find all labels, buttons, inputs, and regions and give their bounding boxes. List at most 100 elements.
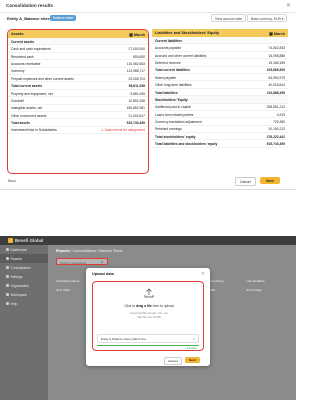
back-button[interactable]: Back [8,179,16,183]
nav-dot-icon [6,293,9,296]
nav-dot-icon [6,248,9,251]
row-label: Loans from related parties [155,112,194,117]
row-label: Stockholders' Equity [155,97,188,102]
table-row: Cash and cash equivalents 27,000,000 [8,45,148,53]
table-row: Accrued and other current liabilities 16,… [152,52,288,60]
row-value: 113,988,717 [126,69,145,74]
dialog-cancel-button[interactable]: Cancel [164,357,182,365]
row-label: Other noncurrent assets [11,113,47,118]
assets-header: Assets ▦ March [8,30,148,38]
row-value: 110,888,459 [266,90,285,95]
table-row: Accounts receivable 110,082,663 [8,60,148,68]
row-label: Goodwill [11,98,24,103]
row-value: 276,222,441 [266,134,285,139]
sidebar-item-label: Help [10,301,18,306]
save-button[interactable]: Save [260,177,280,184]
logo: Benefi Global [8,238,43,243]
close-icon[interactable]: ✕ [201,271,205,277]
row-value: 15,165,189 [268,60,285,65]
sidebar-item-label: Dashboard [10,247,27,252]
table-row: Investment/Intcr in Subsidiaries ⚠ Data c… [8,127,148,135]
row-value: 258,551,212 [266,105,285,110]
upload-icon [144,288,154,298]
row-label: Intangible assets, net [11,106,43,111]
row-label: Cash and cash equivalents [11,47,51,52]
row-label: Total liabilities and stockholders' equi… [155,142,218,147]
logo-icon [8,238,13,243]
table-row: Inventory 113,988,717 [8,68,148,75]
table-row: Notes payable 64,994,979 [152,74,288,82]
breadcrumb: Reports / Consolidations / Balance Sheet [56,249,123,253]
nav-dot-icon [6,302,9,305]
liabilities-header: Liabilities and Stockholders' Equity ▦ M… [152,29,288,37]
upload-progress [97,344,199,347]
table-row: Loans from related parties 4,919 [152,111,288,119]
sidebar-item-reports[interactable]: Reports [0,254,48,263]
row-label: Restricted cash [11,54,34,59]
row-value: 64,994,979 [268,75,285,80]
sidebar-item-help[interactable]: Help [0,299,48,308]
sidebar-item-workspace[interactable]: Workspace [0,290,48,299]
row-value: 726,380 [273,120,285,125]
row-value: 23,008,704 [128,76,145,81]
liabilities-month: ▦ March [269,32,285,36]
sidebar-item-dashboard[interactable]: Dashboard [0,245,48,254]
consolidation-results-panel: Consolidation results ✕ Entity A_Balance… [0,0,296,190]
row-label: Total liabilities [155,90,178,95]
sidebar-item-label: Organization [10,283,30,288]
dropzone-instructions: Click or drag a file here to upload [124,304,174,308]
row-label: Accrued and other current liabilities [155,53,207,58]
row-value: 10,891,008 [128,98,145,103]
row-value: 21,002,617 [128,113,145,118]
dialog-title: Upload data [92,272,114,276]
upload-progress-fill [97,344,199,347]
row-label: Investment/Intcr in Subsidiaries [11,128,57,133]
row-label: Inventory [11,69,25,74]
row-label: Total current assets [11,84,43,89]
remove-file-icon[interactable]: ✕ [193,337,195,341]
row-value: 74,502,833 [268,46,285,51]
sidebar-item-settings[interactable]: Settings [0,272,48,281]
sidebar: Dashboard Reports Consolidation Settings Org… [0,245,48,400]
total-row: Total current liabilities 105,666,909 [152,67,288,74]
column-header[interactable]: Accounting [208,279,246,283]
file-dropzone[interactable]: Click or drag a file here to upload Supp… [92,281,204,351]
total-row: Total liabilities and stockholders' equi… [152,140,288,148]
search-icon[interactable]: Q [101,260,103,264]
assets-month: ▦ March [129,33,145,37]
upload-status: Uploaded [185,346,197,350]
table-row: Other noncurrent assets 21,002,617 [8,112,148,120]
sidebar-item-label: Reports [10,256,23,261]
cancel-button[interactable]: Cancel [235,177,256,186]
row-value: 110,082,663 [126,61,145,66]
sidebar-item-consolidation[interactable]: Consolidation [0,263,48,272]
sidebar-item-label: Settings [10,274,23,279]
sidebar-item-organization[interactable]: Organization [0,281,48,290]
table-row: Accounts payable 74,502,833 [152,44,288,52]
row-label: Property and equipment, net [11,91,53,96]
assets-heading: Assets [11,32,24,36]
top-bar: Benefi Global [0,236,296,245]
column-header[interactable]: Last Modified [246,279,284,283]
liabilities-heading: Liabilities and Stockholders' Equity [155,31,219,35]
row-label: Prepaid expenses and other current asset… [11,76,74,81]
table-row: Retained earnings 20,150,212 [152,126,288,134]
row-value: 4,919 [276,112,285,117]
uploaded-file: Entity A_Balance sheet_March.xlsx ✕ [97,334,199,343]
total-row: Total assets 515,743,499 [8,119,148,127]
dialog-next-button[interactable]: Next [185,357,200,363]
sidebar-item-label: Workspace [10,292,27,297]
sheet-badge: Balance sheet [50,15,77,21]
close-icon[interactable]: ✕ [286,2,291,9]
row-label: Retained earnings [155,127,182,132]
row-label: Total current liabilities [155,68,190,73]
sidebar-item-label: Consolidation [10,265,31,270]
section-row: Stockholders' Equity [152,96,288,104]
dropzone-hint: Supported file formats: xlsx, csv Max fi… [130,312,168,319]
row-value: 515,743,499 [126,121,145,126]
table-cell: Sent Friday [246,288,262,292]
currency-select[interactable]: Base currency: EUR ▾ [247,14,288,22]
row-label: Current liabilities [155,38,182,43]
view-account-data-button[interactable]: View account data [211,14,246,22]
total-row: Total liabilities 110,888,459 [152,89,288,97]
